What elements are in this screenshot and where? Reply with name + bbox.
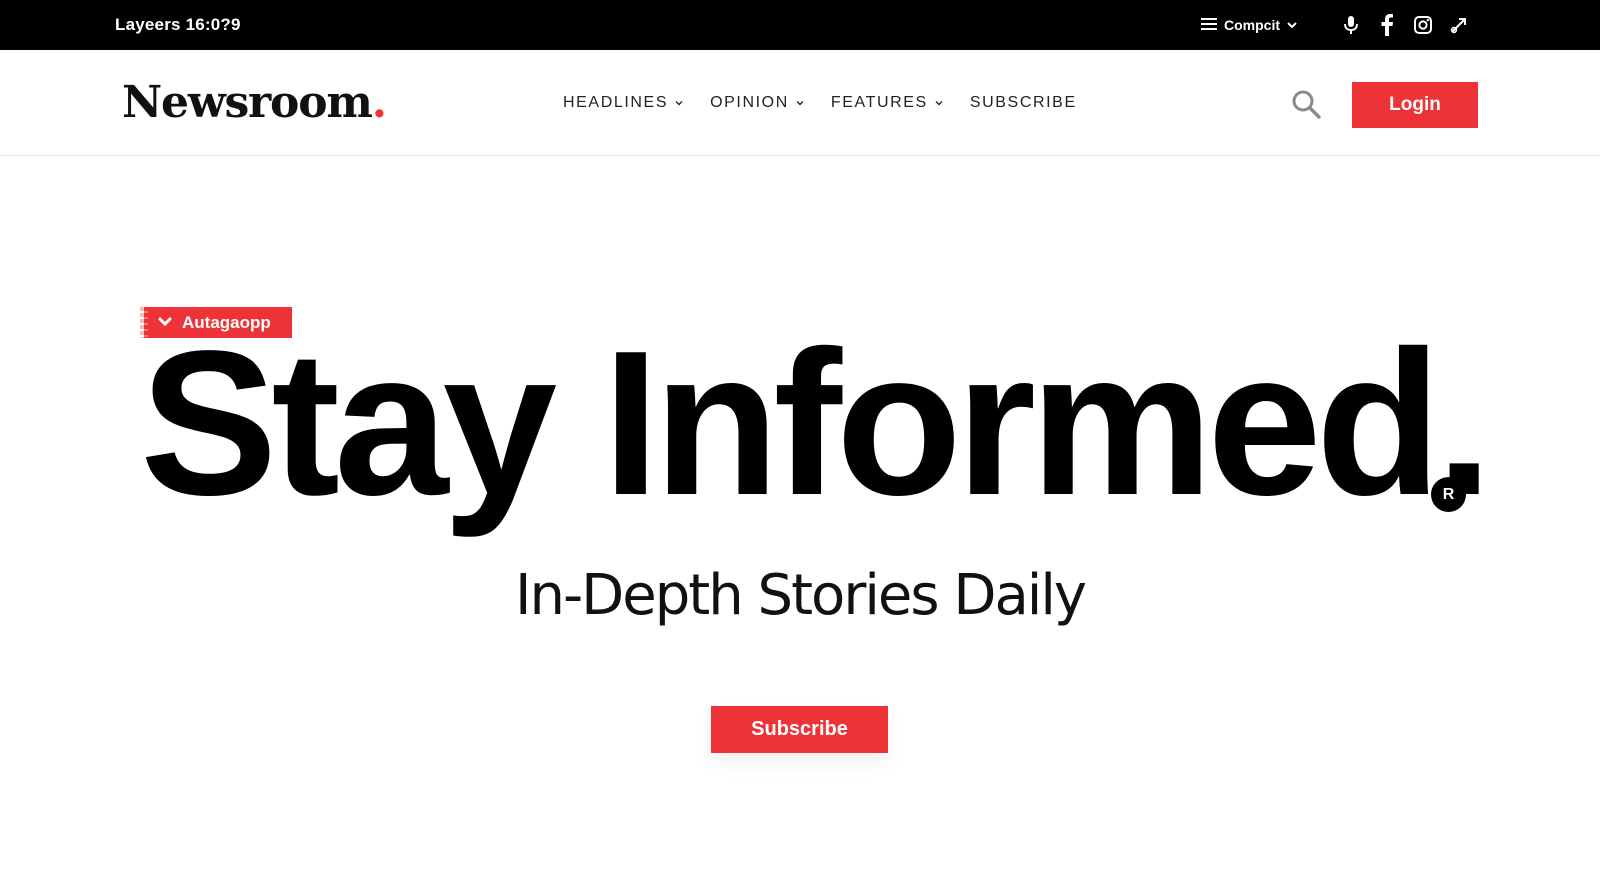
registered-mark: R <box>1431 477 1466 512</box>
nav-item-subscribe[interactable]: SUBSCRIBE <box>970 94 1077 112</box>
facebook-icon[interactable] <box>1376 14 1398 36</box>
menu-select[interactable]: Compcit <box>1200 16 1298 35</box>
hero-subtitle: In-Depth Stories Daily <box>514 563 1087 628</box>
chevron-down-icon <box>935 101 943 106</box>
nav-item-label: SUBSCRIBE <box>969 94 1077 111</box>
hamburger-icon <box>1200 16 1218 35</box>
chevron-down-icon <box>796 101 804 106</box>
instagram-icon[interactable] <box>1412 14 1434 36</box>
logo-dot: . <box>371 77 387 128</box>
site-header: Newsroom. HEADLINES OPINION FEATURES SUB… <box>0 50 1600 156</box>
nav-item-label: HEADLINES <box>563 94 669 111</box>
logo-text: Newsroom <box>122 77 373 128</box>
nav-item-label: FEATURES <box>830 94 928 111</box>
microphone-icon[interactable] <box>1340 14 1362 36</box>
search-icon[interactable] <box>1290 88 1322 120</box>
nav-item-opinion[interactable]: OPINION <box>710 94 805 112</box>
nav-item-label: OPINION <box>710 94 789 111</box>
main-nav: HEADLINES OPINION FEATURES SUBSCRIBE <box>563 94 1103 112</box>
nav-item-features[interactable]: FEATURES <box>831 94 944 112</box>
share-icon[interactable] <box>1448 14 1470 36</box>
top-tools: Compcit <box>1200 12 1470 38</box>
menu-select-label: Compcit <box>1224 17 1280 33</box>
app-title: Layeers 16:0?9 <box>115 15 241 34</box>
subscribe-button[interactable]: Subscribe <box>711 706 888 753</box>
hero-title: Stay Informed. <box>140 308 1493 538</box>
top-system-bar: Layeers 16:0?9 Compcit <box>0 0 1600 50</box>
login-button[interactable]: Login <box>1352 82 1478 128</box>
nav-item-headlines[interactable]: HEADLINES <box>563 94 684 112</box>
chevron-down-icon <box>1286 17 1298 33</box>
chevron-down-icon <box>675 101 683 106</box>
site-logo[interactable]: Newsroom. <box>122 77 387 128</box>
